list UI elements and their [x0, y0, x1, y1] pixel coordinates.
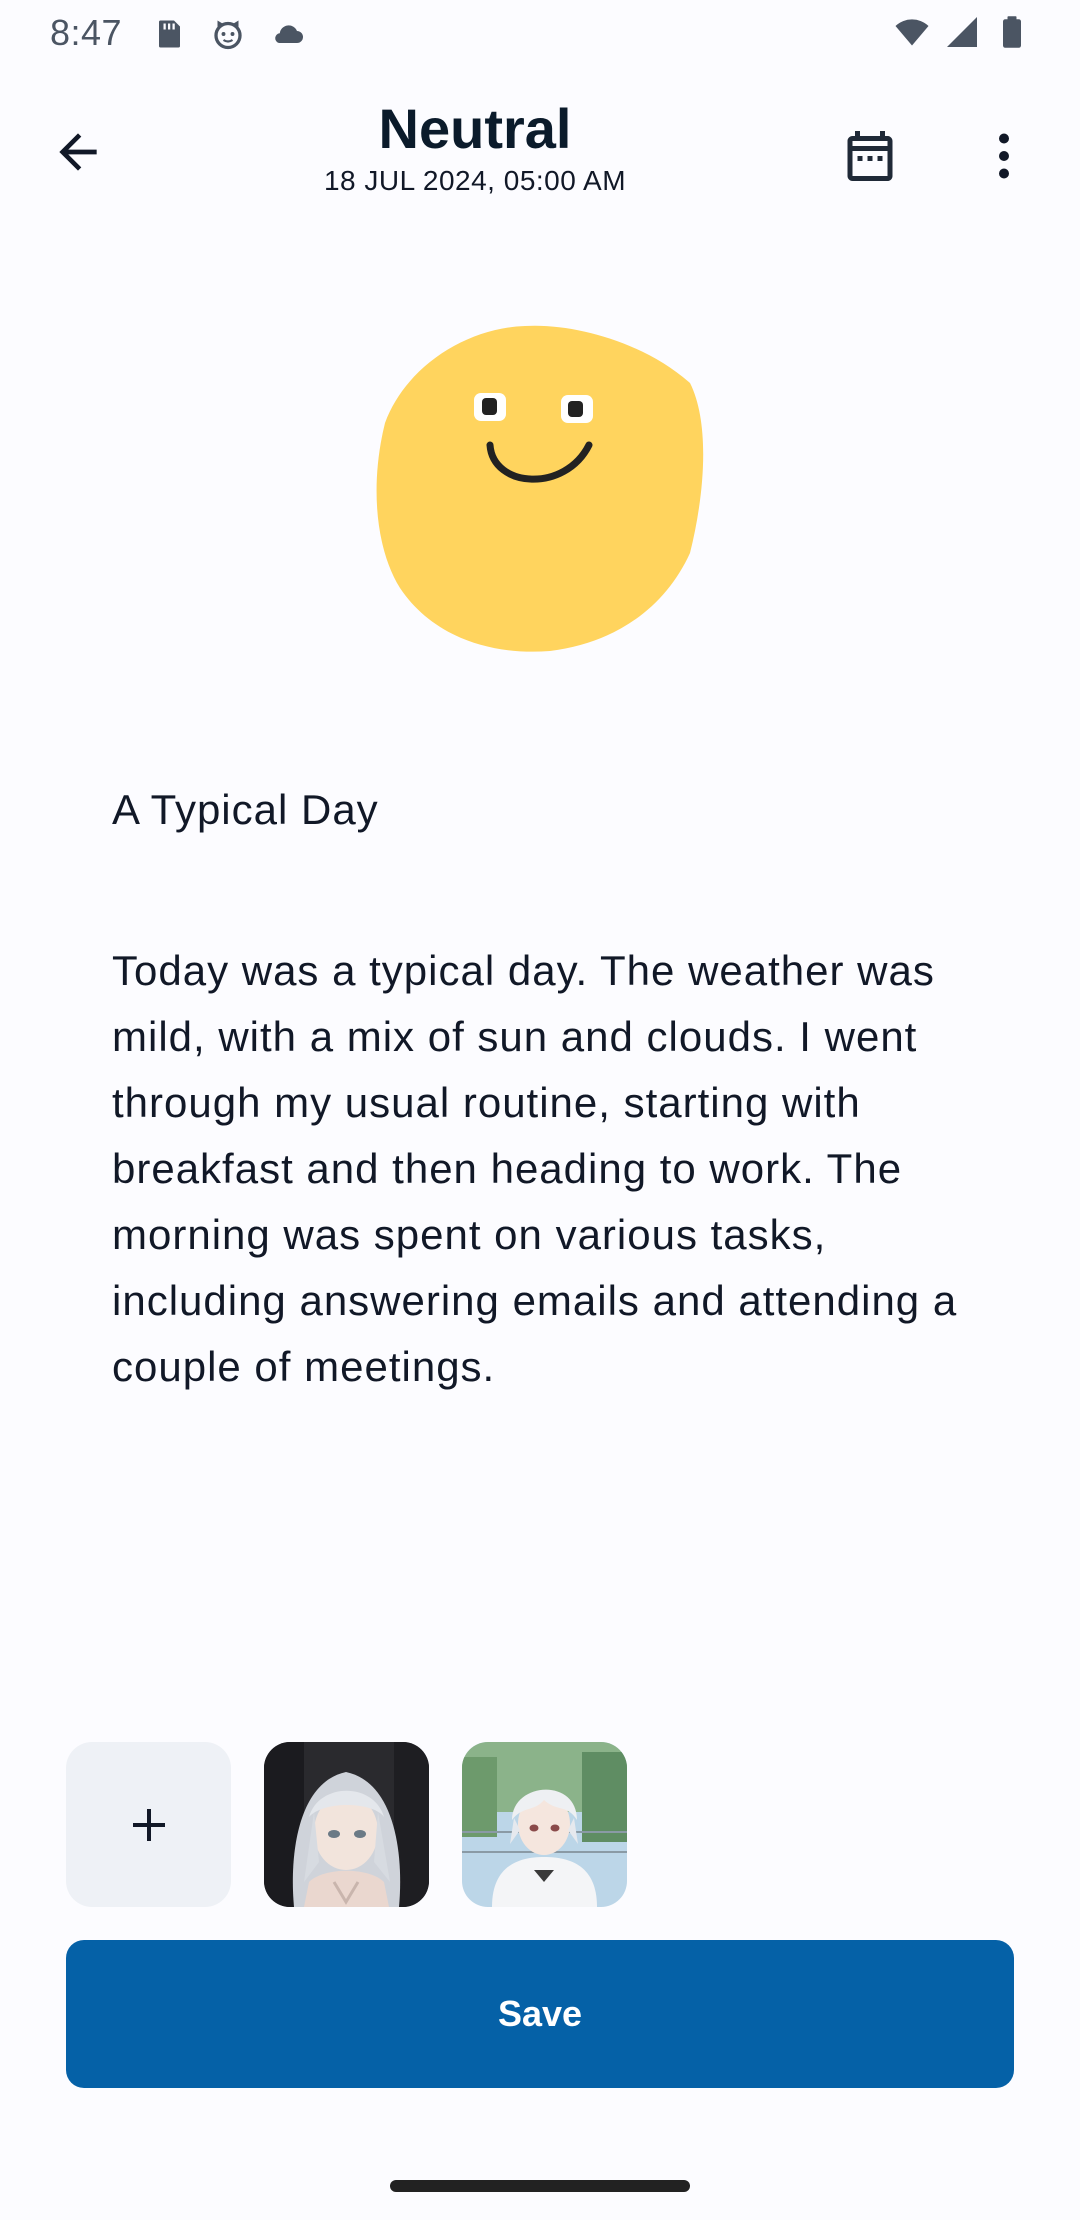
- home-indicator[interactable]: [390, 2180, 690, 2192]
- status-bar: 8:47: [0, 0, 1080, 66]
- anime-girl-thumbnail: [264, 1742, 429, 1907]
- sd-card-icon: [159, 20, 180, 48]
- battery-icon: [1003, 16, 1021, 48]
- neutral-mood-face-icon[interactable]: [375, 323, 705, 653]
- notification-icons: [150, 16, 306, 52]
- entry-datetime: 18 JUL 2024, 05:00 AM: [323, 164, 627, 196]
- cell-signal-icon: [947, 17, 977, 47]
- attachment-thumbnail-2[interactable]: [462, 1742, 627, 1907]
- status-time: 8:47: [50, 12, 123, 53]
- entry-title-field[interactable]: A Typical Day: [112, 786, 379, 834]
- plus-icon: [132, 1808, 165, 1841]
- wifi-icon: [895, 19, 929, 46]
- anime-boy-thumbnail: [462, 1742, 627, 1907]
- more-options-button[interactable]: [964, 116, 1044, 196]
- attachments-row: [66, 1742, 627, 1907]
- attachment-thumbnail-1[interactable]: [264, 1742, 429, 1907]
- title-block: Neutral 18 JUL 2024, 05:00 AM: [240, 97, 710, 197]
- system-status-icons: [894, 14, 1030, 50]
- cat-face-icon: [214, 20, 242, 50]
- cloud-icon: [275, 25, 303, 43]
- add-photo-button[interactable]: [66, 1742, 231, 1907]
- save-button[interactable]: Save: [66, 1940, 1014, 2088]
- entry-body-field[interactable]: Today was a typical day. The weather was…: [112, 938, 992, 1400]
- back-button[interactable]: [36, 110, 120, 194]
- mood-title: Neutral: [378, 97, 572, 160]
- arrow-back-icon: [59, 133, 97, 171]
- top-app-bar: Neutral 18 JUL 2024, 05:00 AM: [0, 90, 1080, 220]
- calendar-button[interactable]: [830, 116, 910, 196]
- calendar-icon: [847, 131, 893, 181]
- more-vert-icon: [999, 133, 1009, 179]
